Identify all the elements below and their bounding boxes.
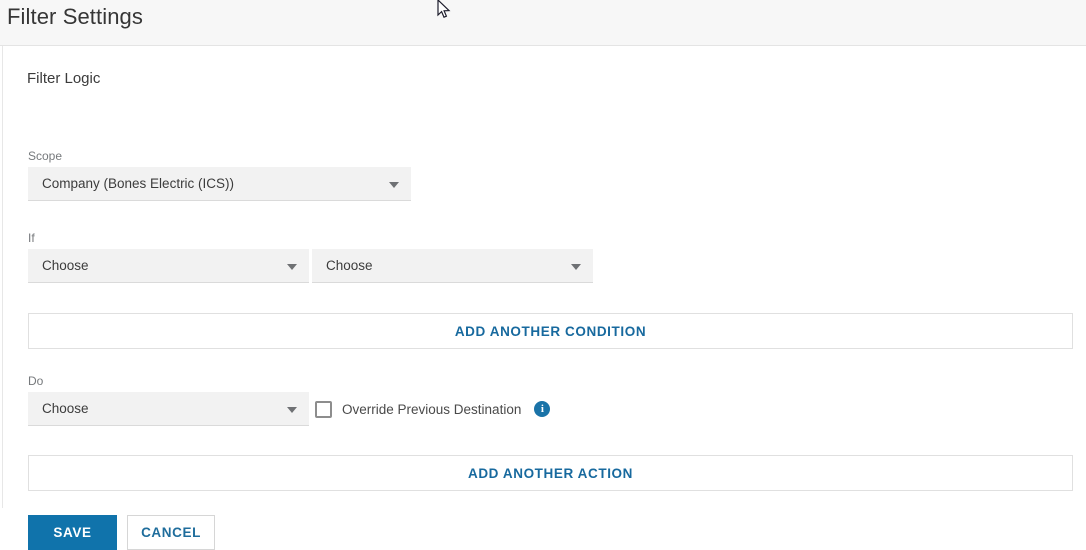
chevron-down-icon — [287, 263, 297, 270]
action-select-value: Choose — [42, 401, 89, 416]
do-label: Do — [28, 374, 44, 388]
scope-select[interactable]: Company (Bones Electric (ICS)) — [28, 167, 411, 201]
add-another-condition-button[interactable]: ADD ANOTHER CONDITION — [28, 313, 1073, 349]
action-select[interactable]: Choose — [28, 392, 309, 426]
add-another-action-label: ADD ANOTHER ACTION — [467, 465, 634, 481]
condition-field-select[interactable]: Choose — [28, 249, 309, 283]
chevron-down-icon — [571, 263, 581, 270]
save-button[interactable]: SAVE — [28, 515, 117, 550]
if-label: If — [28, 231, 35, 245]
page-header: Filter Settings — [0, 0, 1086, 46]
override-previous-destination-group: Override Previous Destination i — [315, 398, 551, 420]
cancel-button[interactable]: CANCEL — [127, 515, 215, 550]
section-title-filter-logic: Filter Logic — [27, 70, 101, 87]
chevron-down-icon — [287, 406, 297, 413]
scope-label: Scope — [28, 149, 63, 163]
chevron-down-icon — [389, 181, 399, 188]
override-previous-destination-label: Override Previous Destination — [342, 401, 522, 417]
page-title: Filter Settings — [7, 4, 143, 29]
info-icon[interactable]: i — [534, 401, 551, 417]
condition-operator-select[interactable]: Choose — [312, 249, 593, 283]
override-previous-destination-checkbox[interactable] — [315, 400, 332, 418]
condition-field-value: Choose — [42, 258, 89, 273]
filter-settings-panel: Filter Logic Scope Company (Bones Electr… — [2, 46, 1086, 550]
add-another-action-button[interactable]: ADD ANOTHER ACTION — [28, 455, 1073, 491]
form-actions: SAVE CANCEL — [28, 515, 215, 550]
add-another-condition-label: ADD ANOTHER CONDITION — [454, 323, 647, 339]
scope-select-value: Company (Bones Electric (ICS)) — [42, 176, 235, 191]
condition-operator-value: Choose — [326, 258, 373, 273]
